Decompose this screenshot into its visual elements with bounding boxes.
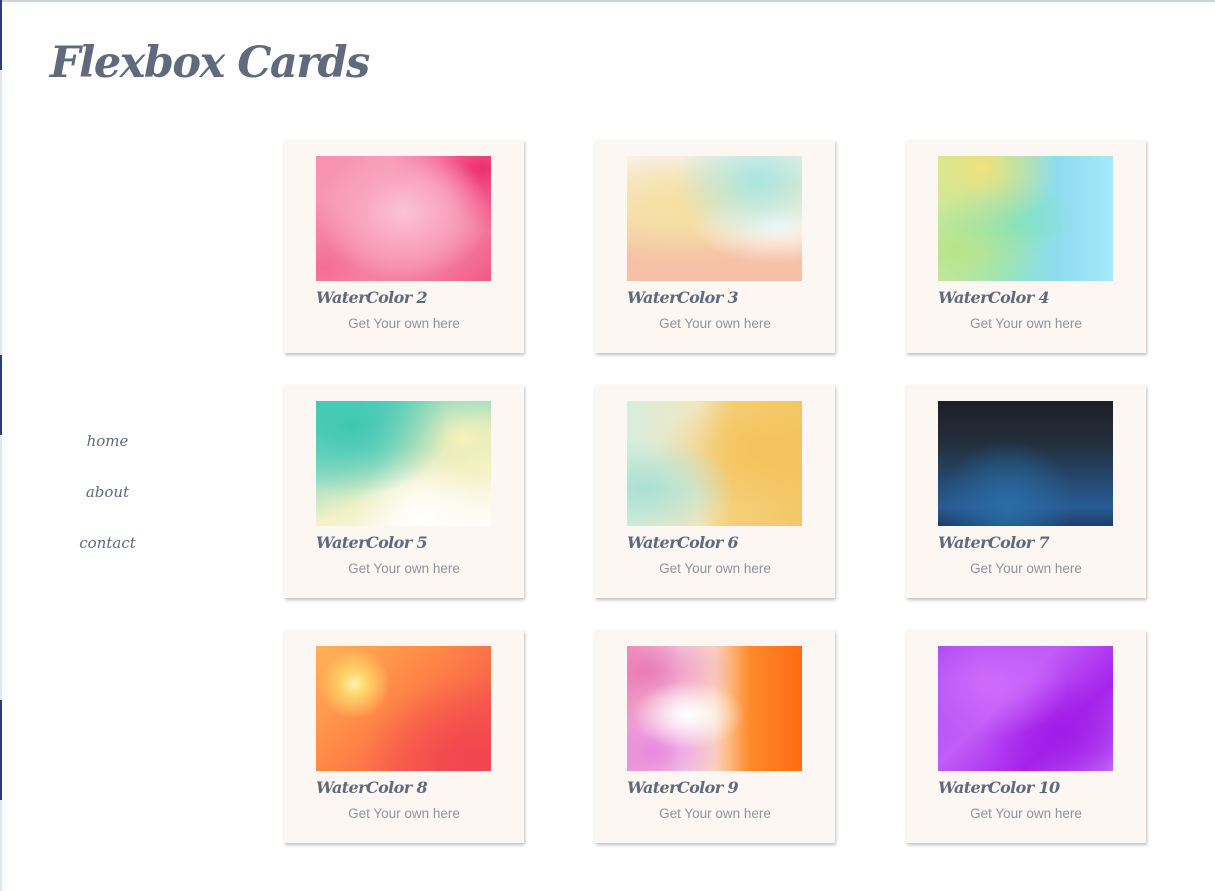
card-title: WaterColor 2 [316,288,428,307]
card-link[interactable]: Get Your own here [284,561,524,576]
card-link[interactable]: Get Your own here [284,806,524,821]
card: WaterColor 4 Get Your own here [906,140,1146,353]
card-link[interactable]: Get Your own here [906,316,1146,331]
card: WaterColor 9 Get Your own here [595,630,835,843]
card-title: WaterColor 6 [627,533,739,552]
card-title: WaterColor 8 [316,778,428,797]
border-accent [0,355,2,435]
card: WaterColor 10 Get Your own here [906,630,1146,843]
card-title: WaterColor 3 [627,288,739,307]
card-title: WaterColor 9 [627,778,739,797]
nav-link-home[interactable]: home [60,428,155,454]
card-image [938,401,1113,526]
nav-link-about[interactable]: about [60,479,155,505]
nav-link-contact[interactable]: contact [60,530,155,556]
card: WaterColor 2 Get Your own here [284,140,524,353]
card-image [316,156,491,281]
card-image [938,156,1113,281]
border-accent [0,700,2,800]
card-title: WaterColor 10 [938,778,1060,797]
card-link[interactable]: Get Your own here [595,806,835,821]
card-image [627,156,802,281]
border-accent [0,0,2,70]
card-image [627,401,802,526]
side-nav: home about contact [60,428,155,581]
card: WaterColor 8 Get Your own here [284,630,524,843]
card-image [627,646,802,771]
card-image [316,646,491,771]
card-image [316,401,491,526]
card-grid: WaterColor 2 Get Your own here WaterColo… [284,140,1146,843]
card-link[interactable]: Get Your own here [284,316,524,331]
card-link[interactable]: Get Your own here [595,561,835,576]
card-title: WaterColor 4 [938,288,1050,307]
card-title: WaterColor 5 [316,533,428,552]
card-title: WaterColor 7 [938,533,1050,552]
card-image [938,646,1113,771]
card-link[interactable]: Get Your own here [595,316,835,331]
card: WaterColor 7 Get Your own here [906,385,1146,598]
card: WaterColor 6 Get Your own here [595,385,835,598]
window-left-border [0,0,2,891]
card-link[interactable]: Get Your own here [906,806,1146,821]
window-top-border [0,0,1215,2]
card-link[interactable]: Get Your own here [906,561,1146,576]
page-title: Flexbox Cards [50,38,370,88]
card: WaterColor 5 Get Your own here [284,385,524,598]
card: WaterColor 3 Get Your own here [595,140,835,353]
